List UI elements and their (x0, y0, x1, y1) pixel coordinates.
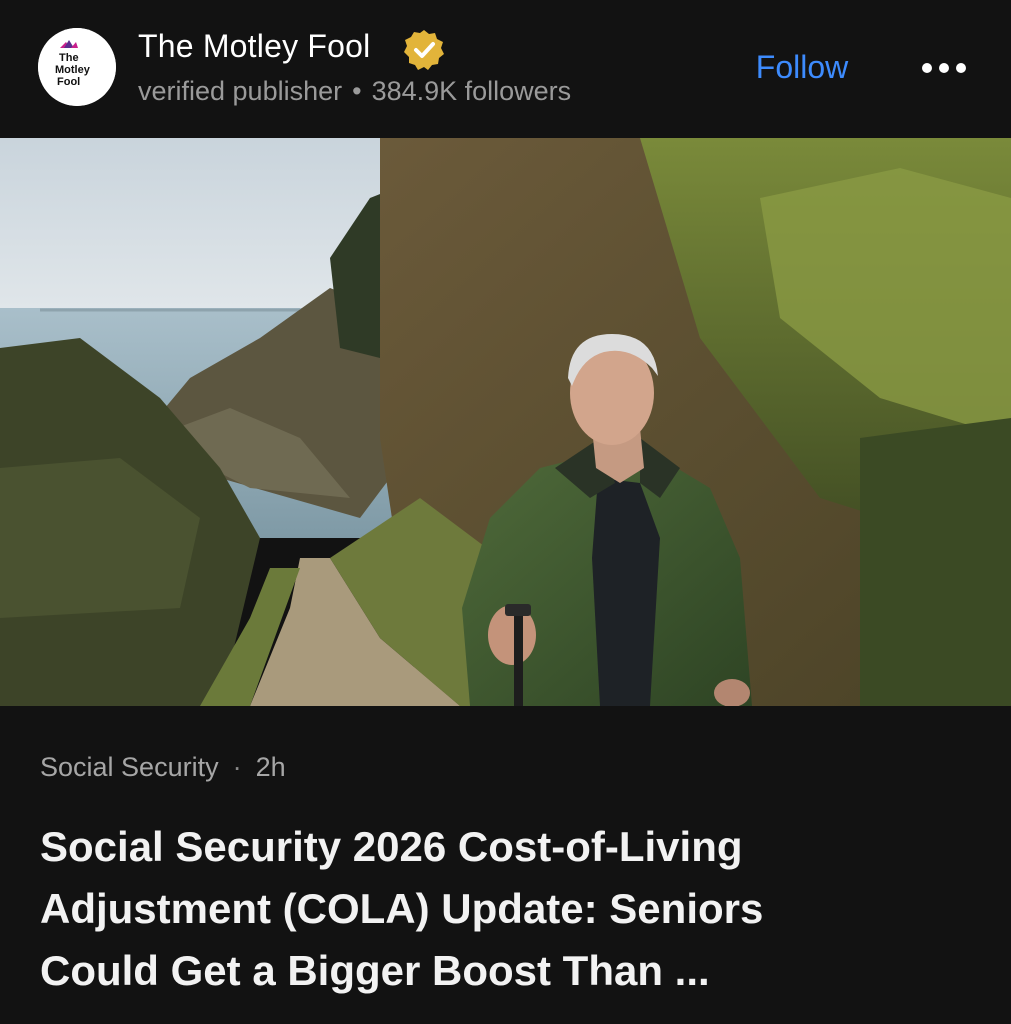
headline-line: Could Get a Bigger Boost Than ... (40, 947, 710, 994)
publisher-avatar[interactable]: The Motley Fool (38, 28, 116, 106)
motley-fool-logo-icon: The Motley Fool (38, 28, 116, 106)
article-meta: Social Security · 2h (40, 752, 286, 783)
followers-count: 384.9K followers (371, 76, 572, 106)
meta-separator: · (232, 752, 242, 782)
follow-button[interactable]: Follow (740, 44, 864, 90)
logo-word-1: The (59, 52, 79, 64)
headline-line: Social Security 2026 Cost-of-Living (40, 823, 743, 870)
publisher-meta: verified publisher • 384.9K followers (138, 76, 571, 107)
article-hero-image[interactable] (0, 138, 1011, 706)
feed-card[interactable]: The Motley Fool The Motley Fool verified… (0, 0, 1011, 1024)
publisher-header: The Motley Fool The Motley Fool verified… (0, 0, 1011, 138)
article-time: 2h (255, 752, 286, 782)
verified-badge-icon (402, 28, 446, 72)
verification-label: verified publisher (138, 76, 343, 106)
article-headline[interactable]: Social Security 2026 Cost-of-Living Adju… (40, 816, 970, 1002)
article-category[interactable]: Social Security (40, 752, 219, 782)
logo-word-2: Motley (55, 64, 91, 76)
publisher-name[interactable]: The Motley Fool (138, 28, 370, 65)
more-options-icon[interactable] (912, 48, 976, 88)
logo-word-3: Fool (57, 76, 80, 88)
meta-separator: • (352, 76, 362, 106)
headline-line: Adjustment (COLA) Update: Seniors (40, 885, 764, 932)
